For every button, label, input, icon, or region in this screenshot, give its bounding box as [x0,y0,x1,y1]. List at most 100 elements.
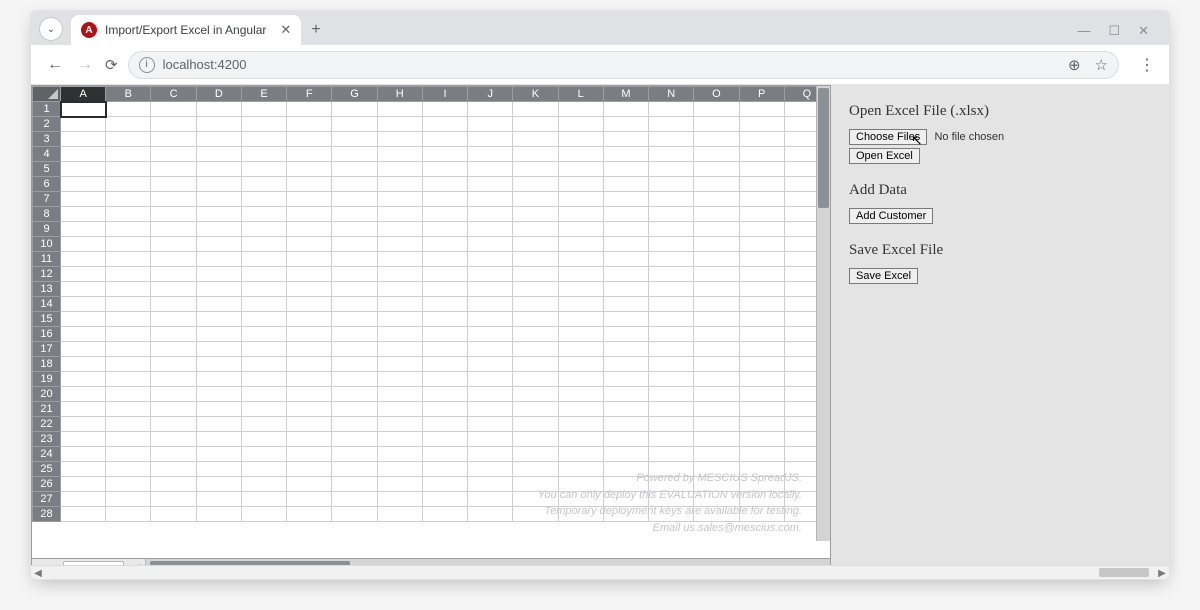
cell[interactable] [422,207,467,222]
cell[interactable] [377,462,422,477]
cell[interactable] [287,417,332,432]
cell[interactable] [422,237,467,252]
cell[interactable] [603,297,648,312]
omnibox[interactable]: i localhost:4200 ⊕ ☆ [128,51,1119,79]
cell[interactable] [649,342,694,357]
cell[interactable] [513,252,558,267]
cell[interactable] [649,102,694,117]
row-header[interactable]: 16 [33,327,61,342]
spreadsheet-grid[interactable]: ABCDEFGHIJKLMNOPQ 1234567891011121314151… [32,86,830,522]
cell[interactable] [61,162,106,177]
cell[interactable] [694,492,739,507]
cell[interactable] [558,447,603,462]
cell[interactable] [377,282,422,297]
row-header[interactable]: 24 [33,447,61,462]
cell[interactable] [468,207,513,222]
cell[interactable] [468,342,513,357]
cell[interactable] [739,387,784,402]
cell[interactable] [649,117,694,132]
cell[interactable] [196,432,241,447]
cell[interactable] [106,402,151,417]
cell[interactable] [332,282,377,297]
cell[interactable] [332,117,377,132]
cell[interactable] [241,357,286,372]
cell[interactable] [739,282,784,297]
cell[interactable] [513,447,558,462]
cell[interactable] [513,147,558,162]
cell[interactable] [332,462,377,477]
cell[interactable] [603,477,648,492]
cell[interactable] [196,327,241,342]
cell[interactable] [649,222,694,237]
cell[interactable] [422,102,467,117]
cell[interactable] [468,477,513,492]
row-header[interactable]: 10 [33,237,61,252]
cell[interactable] [377,417,422,432]
cell[interactable] [513,372,558,387]
column-header[interactable]: J [468,87,513,102]
cell[interactable] [558,357,603,372]
cell[interactable] [649,372,694,387]
cell[interactable] [287,222,332,237]
cell[interactable] [377,222,422,237]
cell[interactable] [377,162,422,177]
cell[interactable] [61,147,106,162]
cell[interactable] [513,132,558,147]
cell[interactable] [377,207,422,222]
cell[interactable] [151,132,196,147]
cell[interactable] [694,207,739,222]
cell[interactable] [241,387,286,402]
cell[interactable] [468,462,513,477]
cell[interactable] [468,147,513,162]
cell[interactable] [468,132,513,147]
cell[interactable] [332,447,377,462]
column-header[interactable]: P [739,87,784,102]
cell[interactable] [106,477,151,492]
cell[interactable] [241,417,286,432]
column-header[interactable]: M [603,87,648,102]
cell[interactable] [287,312,332,327]
cell[interactable] [151,507,196,522]
cell[interactable] [196,117,241,132]
cell[interactable] [377,447,422,462]
cell[interactable] [694,282,739,297]
cell[interactable] [694,402,739,417]
cell[interactable] [558,222,603,237]
cell[interactable] [603,387,648,402]
select-all-corner[interactable] [33,87,61,102]
window-close-icon[interactable]: ✕ [1138,23,1149,39]
cell[interactable] [468,402,513,417]
cell[interactable] [558,102,603,117]
cell[interactable] [377,432,422,447]
cell[interactable] [468,177,513,192]
site-info-icon[interactable]: i [139,57,155,73]
cell[interactable] [287,387,332,402]
cell[interactable] [603,117,648,132]
cell[interactable] [468,432,513,447]
cell[interactable] [332,297,377,312]
cell[interactable] [332,147,377,162]
cell[interactable] [106,372,151,387]
cell[interactable] [513,327,558,342]
cell[interactable] [151,162,196,177]
cell[interactable] [196,282,241,297]
column-header[interactable]: I [422,87,467,102]
cell[interactable] [513,357,558,372]
cell[interactable] [558,492,603,507]
cell[interactable] [739,237,784,252]
cell[interactable] [241,492,286,507]
cell[interactable] [106,177,151,192]
cell[interactable] [603,102,648,117]
cell[interactable] [739,147,784,162]
cell[interactable] [151,207,196,222]
cell[interactable] [332,162,377,177]
cell[interactable] [649,237,694,252]
cell[interactable] [649,432,694,447]
cell[interactable] [694,357,739,372]
cell[interactable] [151,432,196,447]
cell[interactable] [694,477,739,492]
cell[interactable] [151,267,196,282]
cell[interactable] [649,447,694,462]
cell[interactable] [694,312,739,327]
row-header[interactable]: 5 [33,162,61,177]
